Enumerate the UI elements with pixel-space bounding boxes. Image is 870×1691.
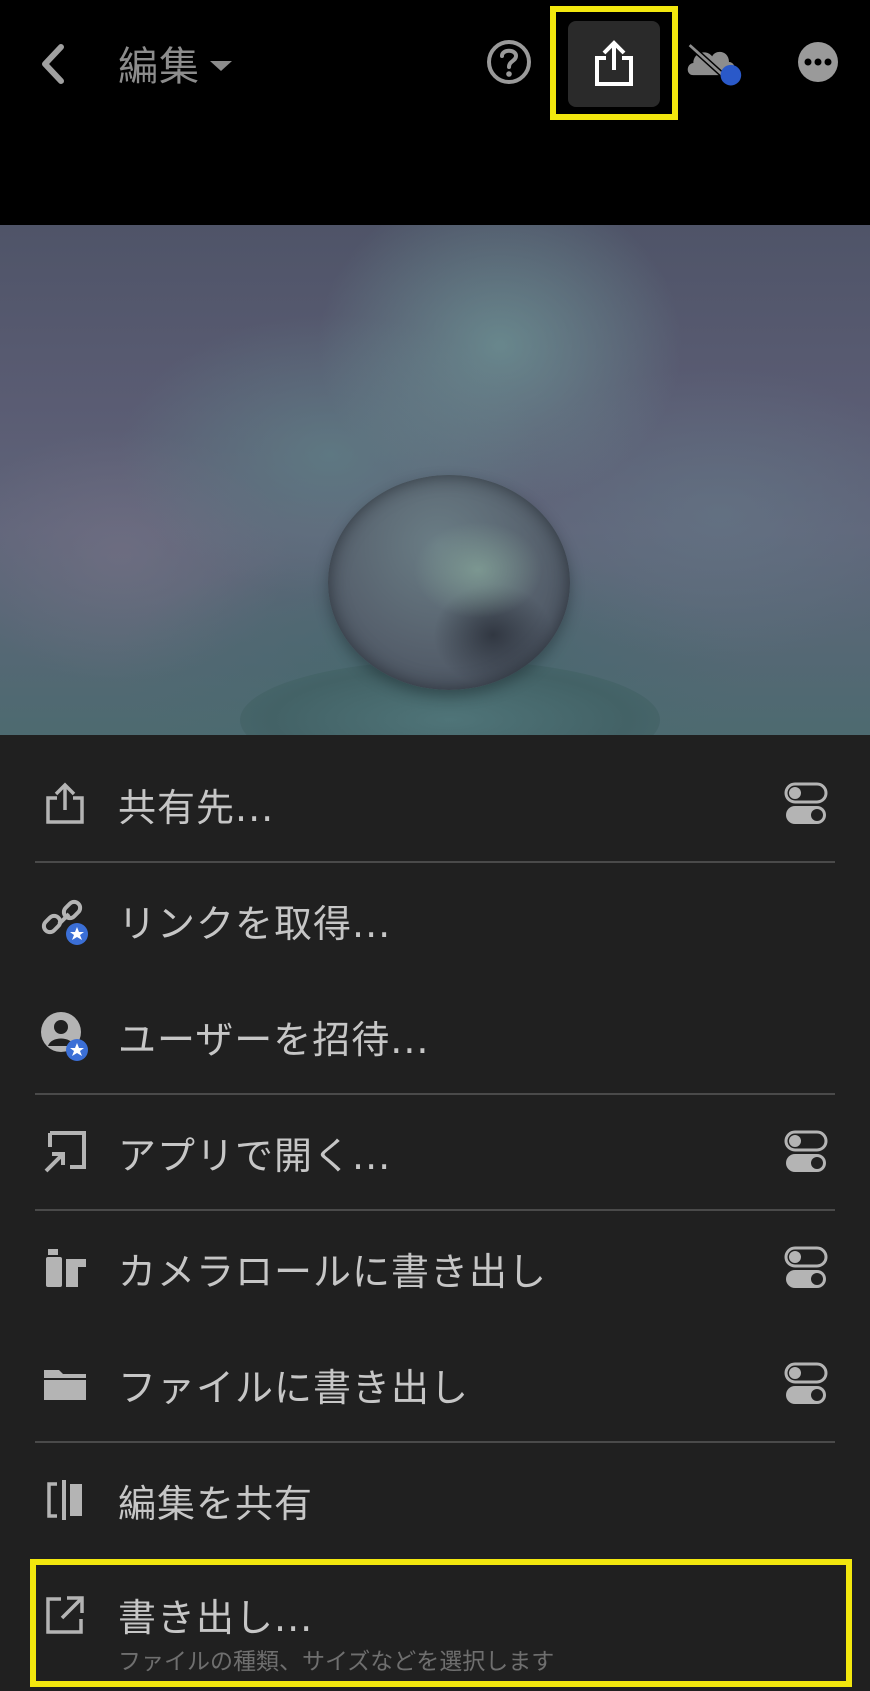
chevron-left-icon (42, 44, 64, 84)
cloud-sync-button[interactable] (684, 30, 744, 94)
more-button[interactable] (788, 30, 848, 94)
caret-down-icon (210, 61, 232, 71)
top-bar: 編集 (0, 0, 870, 225)
share-button-highlight (550, 6, 678, 120)
photo-preview (0, 225, 870, 735)
folder-icon (36, 1355, 94, 1413)
menu-item-open-in-app[interactable]: アプリで開く... (0, 1094, 870, 1210)
export-highlight[interactable] (30, 1559, 852, 1687)
menu-item-label: アプリで開く... (118, 1133, 392, 1178)
settings-toggle-icon[interactable] (782, 1244, 830, 1292)
more-horizontal-icon (798, 42, 838, 82)
menu-item-invite-user[interactable]: ユーザーを招待... (0, 978, 870, 1094)
camera-roll-icon (36, 1239, 94, 1297)
edit-mode-dropdown[interactable]: 編集 (118, 34, 232, 92)
settings-toggle-icon[interactable] (782, 1128, 830, 1176)
menu-item-label: ユーザーを招待... (118, 1017, 430, 1062)
back-button[interactable] (30, 38, 74, 90)
user-star-icon (36, 1007, 94, 1065)
share-icon (36, 775, 94, 833)
menu-item-export-files[interactable]: ファイルに書き出し (0, 1326, 870, 1442)
menu-item-label: 共有先... (118, 785, 275, 830)
settings-toggle-icon[interactable] (782, 1360, 830, 1408)
help-button[interactable] (479, 30, 539, 94)
menu-item-share-edits[interactable]: 編集を共有 (0, 1442, 870, 1558)
menu-item-label: ファイルに書き出し (118, 1365, 470, 1410)
compare-icon (36, 1471, 94, 1529)
menu-item-label: リンクを取得... (118, 901, 392, 946)
menu-item-share-to[interactable]: 共有先... (0, 746, 870, 862)
settings-toggle-icon[interactable] (782, 780, 830, 828)
link-star-icon (36, 891, 94, 949)
menu-item-export-camera-roll[interactable]: カメラロールに書き出し (0, 1210, 870, 1326)
photo-crystal-ball (328, 475, 570, 690)
menu-item-label: カメラロールに書き出し (118, 1249, 548, 1294)
page-title: 編集 (118, 44, 200, 90)
open-in-app-icon (36, 1123, 94, 1181)
menu-item-label: 編集を共有 (118, 1481, 314, 1526)
cloud-off-icon (687, 43, 742, 86)
help-circle-icon (487, 40, 531, 84)
menu-item-get-link[interactable]: リンクを取得... (0, 862, 870, 978)
